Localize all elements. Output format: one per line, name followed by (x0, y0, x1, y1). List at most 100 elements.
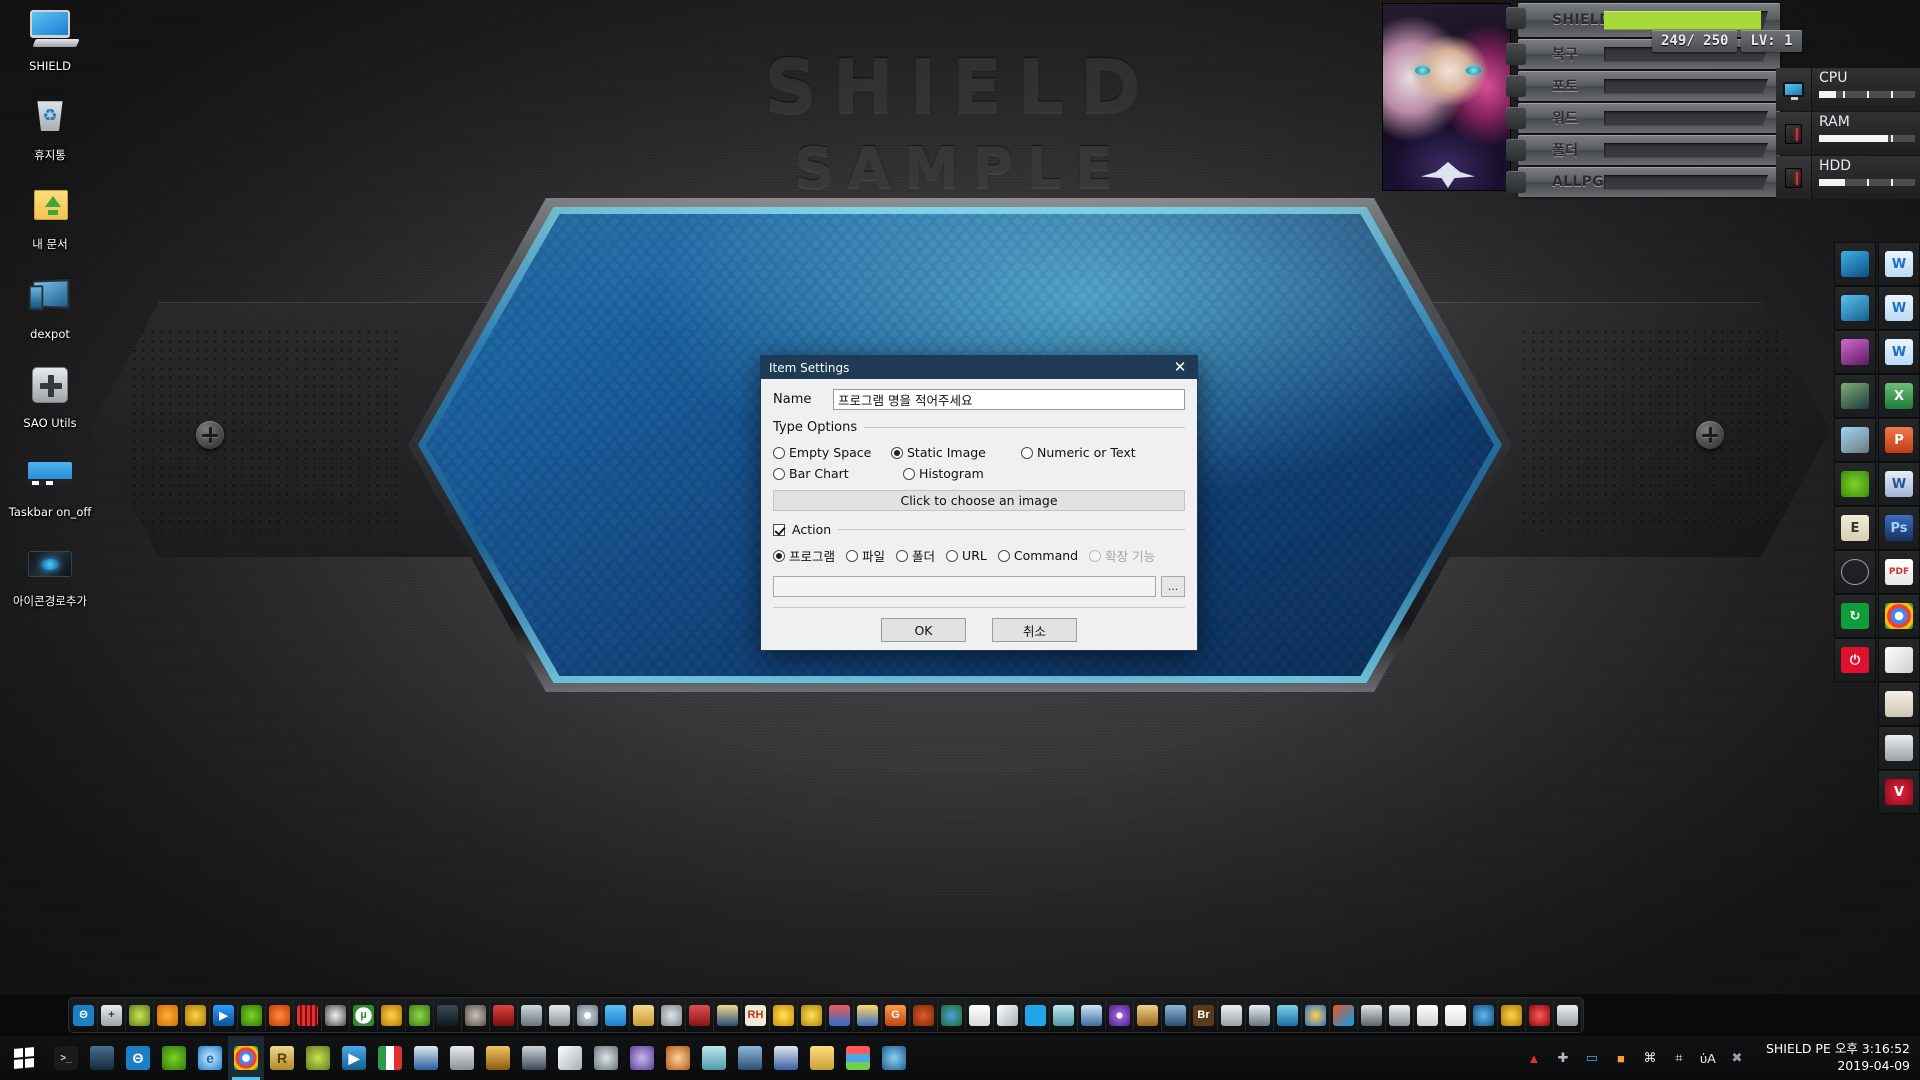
dock-icon-b-12[interactable]: V (1878, 770, 1920, 814)
dock-icon-b-0[interactable]: W (1878, 242, 1920, 286)
taskbar-app-13[interactable] (516, 1036, 552, 1080)
quick-launch-item-22[interactable] (686, 999, 714, 1031)
radio-icon[interactable] (891, 446, 903, 459)
taskbar-app-23[interactable] (876, 1036, 912, 1080)
taskbar-app-22[interactable] (840, 1036, 876, 1080)
quick-launch-item-8[interactable] (294, 999, 322, 1031)
taskbar-app-20[interactable] (768, 1036, 804, 1080)
quick-launch-item-1[interactable]: + (98, 999, 126, 1031)
taskbar-app-8[interactable]: ▶ (336, 1036, 372, 1080)
taskbar-app-11[interactable] (444, 1036, 480, 1080)
desktop-icon-0[interactable]: SHIELD (0, 8, 100, 73)
quick-launch-item-53[interactable] (1554, 999, 1582, 1031)
status-bar-4[interactable]: 폴더 (1506, 135, 1780, 165)
quick-launch-item-19[interactable] (602, 999, 630, 1031)
quick-launch-item-13[interactable] (434, 999, 462, 1031)
dock-icon-a-5[interactable] (1834, 462, 1876, 506)
quick-launch-item-11[interactable] (378, 999, 406, 1031)
item-settings-dialog[interactable]: Item Settings ✕ Name Type Options Empty … (760, 355, 1198, 651)
dock-icon-a-3[interactable] (1834, 374, 1876, 418)
dock-icon-a-0[interactable] (1834, 242, 1876, 286)
quick-launch-item-34[interactable] (1022, 999, 1050, 1031)
quick-launch-item-42[interactable] (1246, 999, 1274, 1031)
taskbar-app-15[interactable] (588, 1036, 624, 1080)
quick-launch-item-47[interactable] (1386, 999, 1414, 1031)
action-option-1[interactable]: 파일 (846, 545, 885, 566)
taskbar-app-6[interactable]: R (264, 1036, 300, 1080)
cancel-button[interactable]: 취소 (992, 618, 1077, 642)
dock-icon-b-6[interactable]: Ps (1878, 506, 1920, 550)
quick-launch-item-14[interactable] (462, 999, 490, 1031)
dock-icon-b-2[interactable]: W (1878, 330, 1920, 374)
quick-launch-item-0[interactable]: Θ (70, 999, 98, 1031)
taskbar-app-19[interactable] (732, 1036, 768, 1080)
close-icon[interactable]: ✕ (1163, 356, 1197, 379)
taskbar-app-9[interactable] (372, 1036, 408, 1080)
quick-launch-item-9[interactable] (322, 999, 350, 1031)
dock-icon-b-10[interactable] (1878, 682, 1920, 726)
taskbar-app-12[interactable] (480, 1036, 516, 1080)
taskbar-app-4[interactable]: e (192, 1036, 228, 1080)
dock-icon-b-4[interactable]: P (1878, 418, 1920, 462)
quick-launch-item-43[interactable] (1274, 999, 1302, 1031)
quick-launch-item-15[interactable] (490, 999, 518, 1031)
dock-icon-b-11[interactable] (1878, 726, 1920, 770)
desktop-icon-4[interactable]: SAO Utils (0, 365, 100, 430)
radio-icon[interactable] (773, 549, 785, 562)
path-input[interactable] (773, 576, 1156, 597)
action-option-2[interactable]: 폴더 (896, 545, 935, 566)
type-option-1[interactable]: Static Image (891, 442, 1021, 463)
action-option-4[interactable]: Command (997, 545, 1078, 566)
start-button[interactable] (0, 1036, 48, 1080)
quick-launch-item-30[interactable] (910, 999, 938, 1031)
quick-launch-item-40[interactable]: Br (1190, 999, 1218, 1031)
color-picker-icon[interactable]: ■ (1611, 1048, 1631, 1068)
choose-image-button[interactable]: Click to choose an image (773, 490, 1185, 511)
radio-icon[interactable] (997, 549, 1010, 562)
quick-launch-item-12[interactable] (406, 999, 434, 1031)
radio-icon[interactable] (773, 446, 785, 459)
sao-plus-icon[interactable]: ✚ (1553, 1048, 1573, 1068)
taskbar-app-7[interactable] (300, 1036, 336, 1080)
quick-launch-item-46[interactable] (1358, 999, 1386, 1031)
quick-launch-item-17[interactable] (546, 999, 574, 1031)
quick-launch-item-25[interactable] (770, 999, 798, 1031)
dock-icon-b-3[interactable]: X (1878, 374, 1920, 418)
quick-launch-item-31[interactable] (938, 999, 966, 1031)
desktop-icon-2[interactable]: 내 문서 (0, 186, 100, 251)
dock-icon-a-7[interactable] (1834, 550, 1876, 594)
quick-launch-item-20[interactable] (630, 999, 658, 1031)
desktop-icon-5[interactable]: Taskbar on_off (0, 454, 100, 519)
close-tray-icon[interactable]: ✖ (1727, 1048, 1747, 1068)
taskbar-app-5[interactable] (228, 1036, 264, 1080)
dock-icon-b-8[interactable] (1878, 594, 1920, 638)
quick-launch-item-51[interactable] (1498, 999, 1526, 1031)
status-bar-2[interactable]: 포토 (1506, 71, 1780, 101)
taskbar-app-18[interactable] (696, 1036, 732, 1080)
dialog-titlebar[interactable]: Item Settings ✕ (761, 356, 1197, 379)
status-bar-5[interactable]: ALLPG (1506, 167, 1780, 197)
desktop-icon-6[interactable]: 아이콘경로추가 (0, 543, 100, 608)
quick-launch-item-39[interactable] (1162, 999, 1190, 1031)
desktop-icon-3[interactable]: dexpot (0, 276, 100, 341)
action-option-3[interactable]: URL (946, 545, 987, 566)
quick-launch-item-21[interactable] (658, 999, 686, 1031)
dock-icon-b-9[interactable] (1878, 638, 1920, 682)
radio-icon[interactable] (896, 549, 909, 562)
mountain-red-icon[interactable]: ▲ (1524, 1048, 1544, 1068)
radio-icon[interactable] (946, 549, 959, 562)
quick-launch-item-45[interactable] (1330, 999, 1358, 1031)
taskbar-app-10[interactable] (408, 1036, 444, 1080)
dock-icon-b-5[interactable]: W (1878, 462, 1920, 506)
quick-launch-item-52[interactable] (1526, 999, 1554, 1031)
quick-launch-item-41[interactable] (1218, 999, 1246, 1031)
quick-launch-item-2[interactable] (126, 999, 154, 1031)
quick-launch-item-44[interactable] (1302, 999, 1330, 1031)
dock-icon-a-1[interactable] (1834, 286, 1876, 330)
quick-launch-item-24[interactable]: RH (742, 999, 770, 1031)
quick-launch-item-16[interactable] (518, 999, 546, 1031)
clock[interactable]: SHIELD PE 오후 3:16:52 2019-04-09 (1756, 1041, 1910, 1075)
taskbar-app-0[interactable]: >_ (48, 1036, 84, 1080)
quick-launch-item-23[interactable] (714, 999, 742, 1031)
quick-launch-item-27[interactable] (826, 999, 854, 1031)
